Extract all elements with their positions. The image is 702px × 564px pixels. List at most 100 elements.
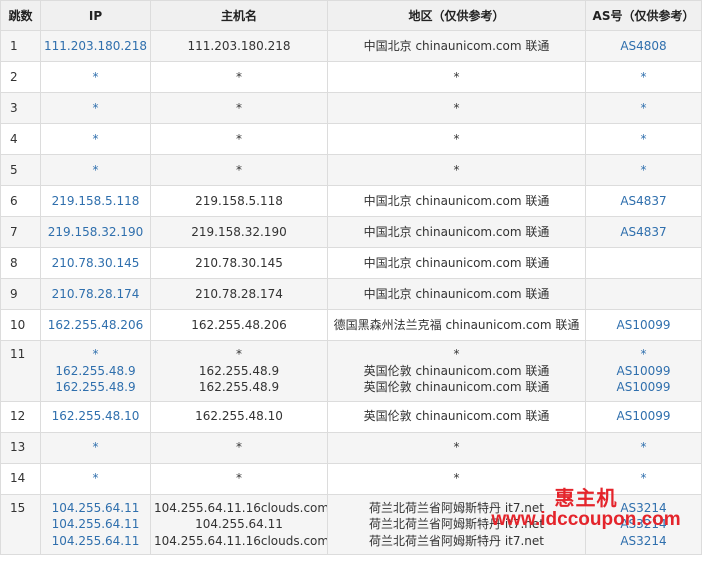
hostname-cell: 219.158.5.118 — [150, 185, 328, 217]
ip-cell: * — [40, 92, 151, 124]
as-number-cell — [585, 247, 702, 279]
ip-link[interactable]: 104.255.64.11 — [44, 533, 147, 550]
hostname-cell: 162.255.48.206 — [150, 309, 328, 341]
as-number-cell: AS10099 — [585, 400, 702, 433]
ip-cell: 210.78.28.174 — [40, 278, 151, 310]
as-number-link[interactable]: AS4808 — [589, 38, 698, 55]
region-cell: * 英国伦敦 chinaunicom.com 联通 英国伦敦 chinaunicom… — [327, 340, 586, 402]
table-body: 1 111.203.180.218 111.203.180.218 中国北京 chin… — [0, 30, 702, 555]
table-row: 9 210.78.28.174 210.78.28.174 中国北京 chinauni… — [0, 278, 702, 310]
table-header-row: 跳数 IP 主机名 地区（仅供参考） AS号（仅供参考） — [0, 0, 702, 31]
region-cell: * — [327, 154, 586, 186]
ip-link[interactable]: 162.255.48.9 — [44, 379, 147, 396]
hop-cell: 12 — [0, 400, 41, 433]
hostname-text: * — [236, 131, 242, 146]
region-cell: 中国北京 chinaunicom.com 联通 — [327, 247, 586, 279]
region-text: * — [453, 69, 460, 84]
table-row: 4 * * * * — [0, 123, 702, 155]
table-row: 2 * * * * — [0, 61, 702, 93]
ip-link[interactable]: 104.255.64.11 — [44, 516, 147, 533]
ip-link[interactable]: 210.78.30.145 — [44, 255, 147, 272]
ip-cell: 111.203.180.218 — [40, 30, 151, 62]
as-number-link[interactable]: AS3214 — [589, 533, 698, 550]
region-cell: * — [327, 61, 586, 93]
table-row: 1 111.203.180.218 111.203.180.218 中国北京 chin… — [0, 30, 702, 62]
hostname-text: 219.158.32.190 — [191, 224, 287, 239]
hop-cell: 3 — [0, 92, 41, 124]
traceroute-table: 跳数 IP 主机名 地区（仅供参考） AS号（仅供参考） 1 111.203.18… — [0, 0, 702, 555]
as-number-link[interactable]: AS10099 — [589, 317, 698, 334]
hostname-text: * — [236, 162, 242, 177]
table-row: 12 162.255.48.10 162.255.48.10 英国伦敦 chinaun… — [0, 400, 702, 433]
ip-cell: * — [40, 462, 151, 495]
hostname-cell: * — [150, 92, 328, 124]
region-cell: 德国黑森州法兰克福 chinaunicom.com 联通 — [327, 309, 586, 341]
region-cell: 中国北京 chinaunicom.com 联通 — [327, 278, 586, 310]
ip-link[interactable]: 111.203.180.218 — [44, 38, 147, 55]
region-text: 荷兰北荷兰省阿姆斯特丹 it7.net — [369, 517, 544, 531]
as-number-link[interactable]: AS3214 — [589, 500, 698, 517]
ip-link[interactable]: 219.158.32.190 — [44, 224, 147, 241]
ip-link[interactable]: 162.255.48.10 — [44, 408, 147, 425]
table-row: 15 104.255.64.11 104.255.64.11 104.255.64.1… — [0, 493, 702, 555]
as-number-link[interactable]: AS4837 — [589, 193, 698, 210]
ip-link[interactable]: 210.78.28.174 — [44, 286, 147, 303]
region-text: 中国北京 chinaunicom.com 联通 — [363, 224, 550, 239]
hostname-text: 210.78.30.145 — [195, 255, 283, 270]
hop-cell: 1 — [0, 30, 41, 62]
region-text: * — [453, 100, 460, 115]
hostname-text: * — [236, 347, 242, 361]
ip-cell: 162.255.48.10 — [40, 400, 151, 433]
hostname-text: 162.255.48.9 — [198, 380, 280, 394]
ip-text: * — [92, 131, 99, 146]
region-text: 中国北京 chinaunicom.com 联通 — [363, 38, 550, 53]
header-region: 地区（仅供参考） — [327, 0, 586, 31]
ip-link[interactable]: 162.255.48.206 — [44, 317, 147, 334]
ip-cell: 104.255.64.11 104.255.64.11 104.255.64.11 — [40, 493, 151, 555]
hop-cell: 6 — [0, 185, 41, 217]
ip-link[interactable]: 162.255.48.9 — [44, 363, 147, 380]
as-number-text: * — [640, 162, 647, 177]
as-number-cell: * — [585, 92, 702, 124]
ip-cell: * — [40, 431, 151, 464]
hostname-cell: 111.203.180.218 — [150, 30, 328, 62]
as-number-link[interactable]: AS10099 — [589, 408, 698, 425]
as-number-link[interactable]: AS4837 — [589, 224, 698, 241]
hostname-text: 162.255.48.9 — [198, 363, 280, 378]
hop-cell: 11 — [0, 340, 41, 402]
table-row: 8 210.78.30.145 210.78.30.145 中国北京 chinauni… — [0, 247, 702, 279]
region-cell: 荷兰北荷兰省阿姆斯特丹 it7.net 荷兰北荷兰省阿姆斯特丹 it7.net 荷兰… — [327, 493, 586, 555]
hop-cell: 15 — [0, 493, 41, 555]
ip-text: * — [92, 69, 99, 84]
hostname-cell: * — [150, 431, 328, 464]
ip-link[interactable]: 104.255.64.11 — [44, 500, 147, 517]
ip-text: * — [92, 347, 99, 361]
table-row: 10 162.255.48.206 162.255.48.206 德国黑森州法兰克福 … — [0, 309, 702, 341]
hostname-text: 162.255.48.206 — [191, 317, 287, 332]
table-row: 5 * * * * — [0, 154, 702, 186]
hop-cell: 8 — [0, 247, 41, 279]
hop-cell: 13 — [0, 431, 41, 464]
as-number-text: * — [640, 100, 647, 115]
hostname-text: * — [236, 100, 242, 115]
region-text: 中国北京 chinaunicom.com 联通 — [363, 193, 550, 208]
table-row: 13 * * * * — [0, 431, 702, 464]
hostname-text: 219.158.5.118 — [195, 193, 283, 208]
table-row: 7 219.158.32.190 219.158.32.190 中国北京 chinau… — [0, 216, 702, 248]
ip-link[interactable]: 219.158.5.118 — [44, 193, 147, 210]
region-text: 英国伦敦 chinaunicom.com 联通 — [363, 380, 550, 394]
as-number-link[interactable]: AS10099 — [589, 363, 698, 380]
as-number-cell — [585, 278, 702, 310]
table-row: 14 * * * * — [0, 462, 702, 495]
ip-text: * — [92, 471, 99, 486]
hostname-cell: 210.78.30.145 — [150, 247, 328, 279]
region-cell: * — [327, 92, 586, 124]
region-cell: 中国北京 chinaunicom.com 联通 — [327, 185, 586, 217]
as-number-link[interactable]: AS3214 — [589, 516, 698, 533]
ip-cell: * — [40, 123, 151, 155]
header-ip: IP — [40, 0, 151, 31]
as-number-link[interactable]: AS10099 — [589, 379, 698, 396]
region-cell: * — [327, 462, 586, 495]
ip-cell: * — [40, 154, 151, 186]
as-number-text: * — [640, 131, 647, 146]
